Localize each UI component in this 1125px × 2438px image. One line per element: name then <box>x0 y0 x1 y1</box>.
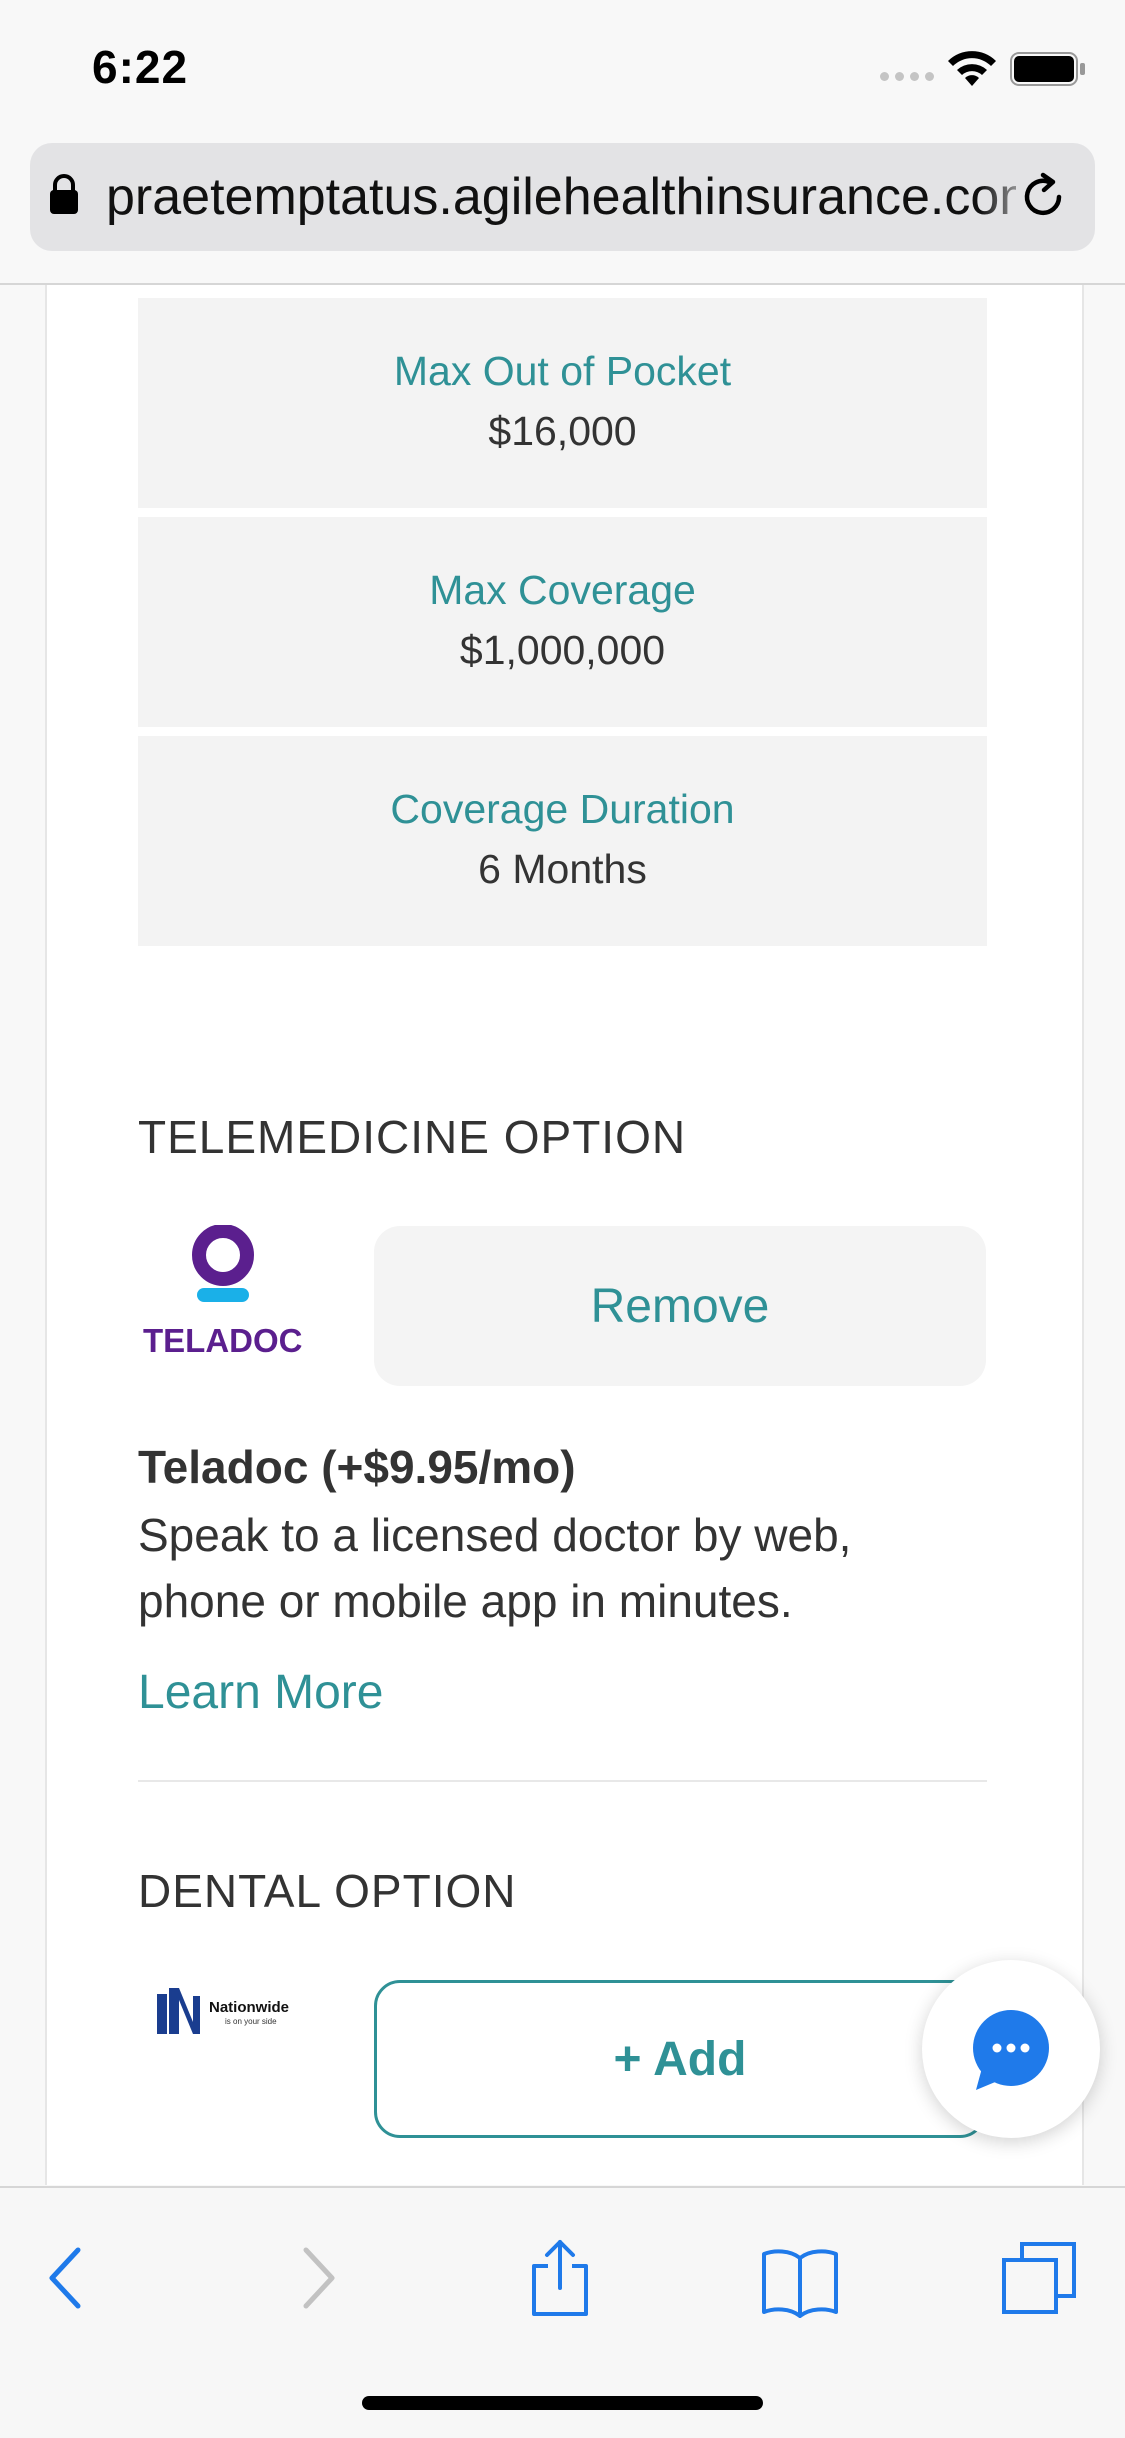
info-value: 6 Months <box>478 846 647 892</box>
add-dental-button[interactable]: + Add <box>374 1980 986 2138</box>
wifi-icon <box>948 51 996 86</box>
book-icon[interactable] <box>760 2238 840 2318</box>
share-icon[interactable] <box>520 2238 600 2318</box>
svg-text:Nationwide: Nationwide <box>209 1999 289 2016</box>
teladoc-logo: TELADOC <box>140 1224 320 1360</box>
status-time: 6:22 <box>92 41 189 93</box>
url-text[interactable]: praetemptatus.agilehealthinsurance.com <box>106 167 1016 227</box>
battery-icon <box>1010 52 1085 86</box>
max-coverage-box: Max Coverage $1,000,000 <box>138 517 987 727</box>
info-value: $16,000 <box>488 408 637 454</box>
svg-text:TELADOC: TELADOC <box>143 1322 303 1359</box>
remove-telemedicine-button[interactable]: Remove <box>374 1226 986 1386</box>
telemedicine-heading: TELEMEDICINE OPTION <box>138 1111 687 1163</box>
chevron-left-icon[interactable] <box>28 2238 108 2318</box>
chevron-right-icon[interactable] <box>276 2238 356 2318</box>
status-bar: 6:22 <box>0 0 1125 140</box>
info-label: Max Coverage <box>429 567 696 613</box>
telemedicine-option-title: Teladoc (+$9.95/mo) <box>138 1441 576 1493</box>
svg-text:is on your side: is on your side <box>225 2017 277 2026</box>
nationwide-logo: Nationwide is on your side <box>155 1982 315 2042</box>
max-out-of-pocket-box: Max Out of Pocket $16,000 <box>138 298 987 508</box>
dental-heading: DENTAL OPTION <box>138 1865 517 1917</box>
info-label: Max Out of Pocket <box>393 348 732 394</box>
info-label: Coverage Duration <box>390 786 735 832</box>
section-divider <box>138 1780 987 1782</box>
cellular-signal-icon <box>880 72 934 81</box>
chat-bubble-icon <box>973 2010 1049 2090</box>
home-indicator[interactable] <box>362 2396 763 2410</box>
coverage-duration-box: Coverage Duration 6 Months <box>138 736 987 946</box>
address-bar[interactable]: praetemptatus.agilehealthinsurance.com <box>30 143 1095 251</box>
learn-more-link[interactable]: Learn More <box>138 1665 383 1720</box>
reload-icon[interactable] <box>1015 169 1071 225</box>
info-value: $1,000,000 <box>459 627 666 673</box>
chat-button[interactable] <box>922 1960 1100 2138</box>
lock-icon <box>50 174 78 214</box>
telemedicine-option-description: Speak to a licensed doctor by web, phone… <box>138 1509 852 1627</box>
tabs-icon[interactable] <box>1000 2238 1080 2318</box>
